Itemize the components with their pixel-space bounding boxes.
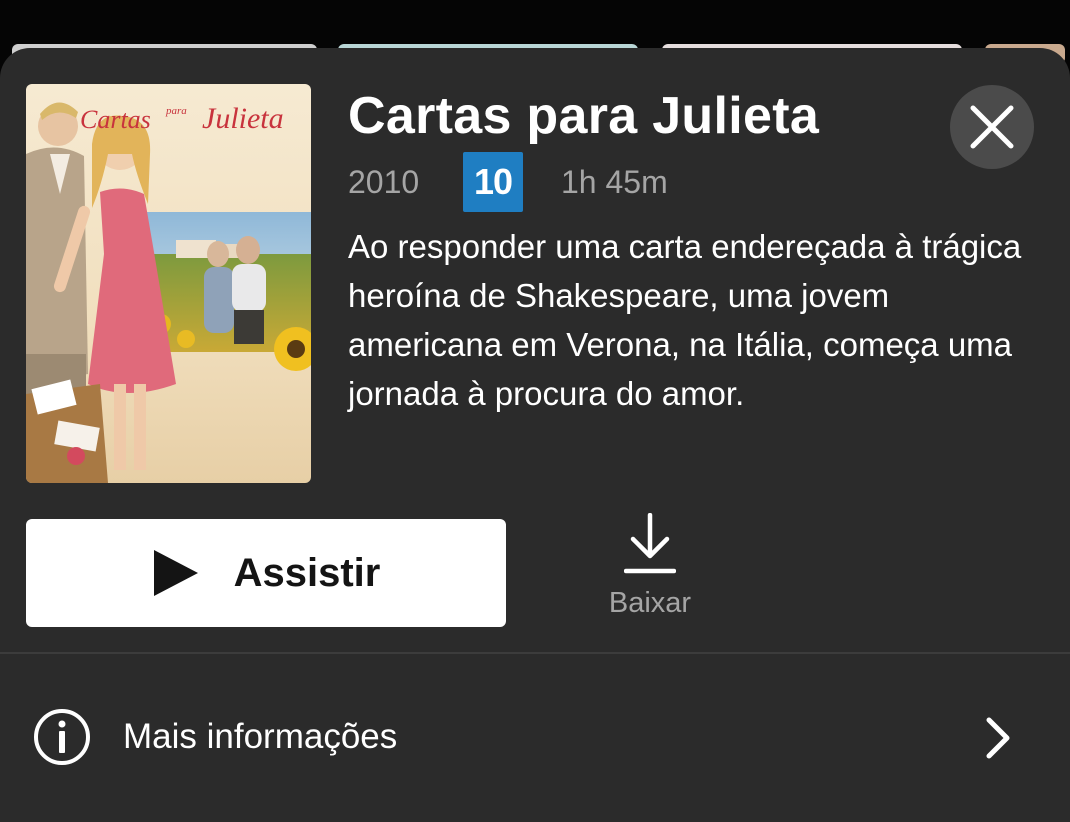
- download-label: Baixar: [608, 587, 692, 619]
- svg-text:Julieta: Julieta: [202, 102, 284, 135]
- svg-text:para: para: [165, 105, 187, 117]
- svg-text:Cartas: Cartas: [80, 105, 151, 134]
- title-preview-sheet: Cartas para Julieta Cartas para Julieta …: [0, 48, 1070, 822]
- age-rating-badge: 10: [463, 152, 523, 212]
- play-button[interactable]: Assistir: [26, 519, 506, 627]
- more-info-row[interactable]: Mais informações: [0, 688, 1070, 788]
- duration: 1h 45m: [561, 163, 668, 200]
- play-icon: [153, 550, 198, 596]
- close-icon: [970, 105, 1014, 149]
- synopsis: Ao responder uma carta endereçada à trág…: [348, 228, 1022, 412]
- movie-title: Cartas para Julieta: [348, 87, 820, 145]
- more-info-label: Mais informações: [123, 717, 398, 756]
- divider: [0, 652, 1070, 654]
- release-year: 2010: [348, 163, 420, 200]
- chevron-right-icon: [986, 717, 1010, 759]
- download-icon: [624, 513, 676, 574]
- movie-poster[interactable]: Cartas para Julieta: [26, 84, 311, 483]
- info-icon: [34, 709, 90, 765]
- close-button[interactable]: [950, 85, 1034, 169]
- download-button[interactable]: Baixar: [590, 513, 710, 631]
- metadata-row: 2010 10 1h 45m: [348, 152, 668, 212]
- play-button-label: Assistir: [233, 550, 381, 595]
- app-screen: Cartas para Julieta Cartas para Julieta …: [0, 0, 1070, 822]
